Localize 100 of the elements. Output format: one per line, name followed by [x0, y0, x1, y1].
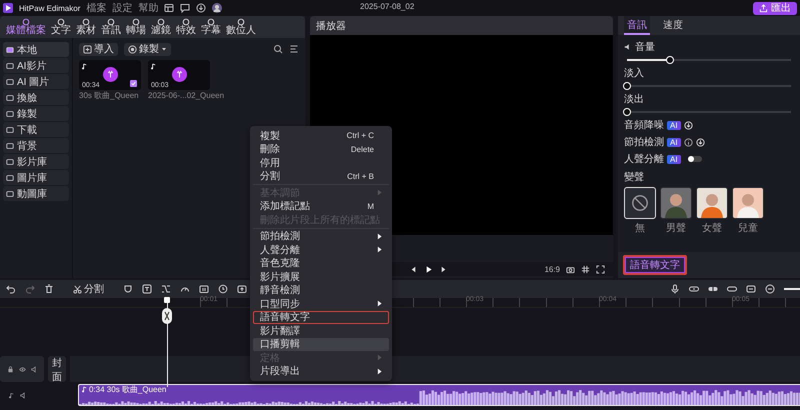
context-menu-item[interactable]: 口型同步: [253, 297, 389, 310]
audio-clip[interactable]: 0:34 30s 歌曲_Queen: [78, 384, 800, 406]
fit-icon[interactable]: [746, 284, 756, 294]
voice-option[interactable]: [732, 187, 764, 219]
menu-item[interactable]: 幫助: [138, 1, 158, 15]
voice-option[interactable]: [696, 187, 728, 219]
download-icon[interactable]: [196, 3, 206, 13]
context-menu-item[interactable]: 口播剪輯: [253, 338, 389, 351]
context-menu-item[interactable]: 分割 Ctrl + B: [253, 170, 389, 183]
avatar-icon[interactable]: [212, 3, 222, 13]
sidebar-item[interactable]: 背景: [3, 138, 69, 153]
export-button[interactable]: 匯出: [753, 2, 797, 14]
fullscreen-icon[interactable]: [596, 264, 606, 274]
slider-label: 淡入: [624, 66, 644, 80]
clip-label: 0:34 30s 歌曲_Queen: [89, 385, 166, 395]
inspector-tab[interactable]: 音訊: [624, 16, 650, 35]
category-tab[interactable]: 音訊: [99, 16, 123, 38]
split-marker-icon[interactable]: [162, 308, 172, 324]
crop-icon[interactable]: [161, 284, 171, 294]
search-icon[interactable]: [273, 44, 283, 54]
lock-icon[interactable]: [6, 366, 14, 372]
voice-option[interactable]: [624, 187, 656, 219]
category-tab[interactable]: 轉場: [124, 16, 148, 38]
speech-to-text-button[interactable]: 語音轉文字: [623, 255, 687, 275]
snap-icon[interactable]: [708, 284, 718, 294]
download-icon[interactable]: [696, 138, 705, 146]
text-icon[interactable]: [142, 284, 152, 294]
sidebar-item[interactable]: 圖片庫: [3, 170, 69, 185]
project-name: 2025-07-08_02: [360, 2, 414, 11]
grid-icon[interactable]: [581, 264, 590, 274]
play-icon[interactable]: [424, 264, 433, 274]
split-button[interactable]: 分割: [73, 282, 104, 296]
zoom-out-icon[interactable]: [765, 284, 775, 294]
tool-label: 節拍檢測: [624, 136, 664, 149]
category-tab[interactable]: 字幕: [199, 16, 223, 38]
next-icon[interactable]: [438, 264, 448, 274]
export-clip-icon[interactable]: [237, 284, 247, 294]
feedback-icon[interactable]: [180, 3, 190, 13]
layout-icon[interactable]: [164, 3, 174, 13]
sidebar-item[interactable]: AI 圖片: [3, 74, 69, 89]
category-tab[interactable]: 特效: [174, 16, 198, 38]
microphone-icon[interactable]: [670, 284, 680, 294]
slider-handle[interactable]: [623, 82, 631, 90]
sidebar-item[interactable]: 影片庫: [3, 154, 69, 169]
slider-handle[interactable]: [666, 56, 674, 64]
context-menu-item[interactable]: 靜音檢測: [253, 284, 389, 297]
aspect-ratio-dropdown[interactable]: 16:9: [544, 264, 560, 274]
link-icon[interactable]: [727, 284, 737, 294]
record-button[interactable]: 錄製: [124, 42, 171, 56]
link-icon[interactable]: [689, 284, 699, 294]
redo-icon[interactable]: [25, 284, 35, 294]
category-tab[interactable]: 素材: [74, 16, 98, 38]
sidebar-item[interactable]: 下載: [3, 122, 69, 137]
info-icon[interactable]: [684, 138, 693, 146]
sidebar-item[interactable]: 動圖庫: [3, 186, 69, 201]
undo-icon[interactable]: [6, 284, 16, 294]
ring-icon: [22, 18, 30, 26]
import-button[interactable]: 導入: [79, 42, 118, 56]
sidebar-item[interactable]: 換臉: [3, 90, 69, 105]
context-menu-item[interactable]: 節拍檢測: [253, 230, 389, 243]
category-tab[interactable]: 媒體檔案: [4, 16, 48, 38]
sidebar-item[interactable]: 本地: [3, 42, 69, 57]
menu-item[interactable]: 設定: [112, 1, 132, 15]
eye-icon[interactable]: [18, 366, 26, 372]
list-view-icon[interactable]: [289, 44, 299, 54]
sidebar-item[interactable]: AI影片: [3, 58, 69, 73]
category-tab[interactable]: 文字: [49, 16, 73, 38]
context-menu-item[interactable]: 影片擴展: [253, 270, 389, 284]
voice-option[interactable]: [660, 187, 692, 219]
tool-label: 音頻降噪: [624, 118, 664, 132]
download-icon[interactable]: [684, 120, 693, 130]
ring-icon: [107, 18, 115, 26]
timer-icon[interactable]: [218, 284, 228, 294]
inspector-tab[interactable]: 速度: [660, 16, 686, 35]
toggle-switch[interactable]: [688, 156, 702, 162]
context-menu-item[interactable]: 音色克隆: [253, 256, 389, 270]
checkbox[interactable]: [130, 80, 137, 87]
context-menu-item[interactable]: 影片翻譯: [253, 324, 389, 338]
mask-icon[interactable]: [123, 284, 133, 294]
context-menu-item[interactable]: 複製 Ctrl + C: [253, 129, 389, 142]
sidebar-item[interactable]: 錄製: [3, 106, 69, 121]
context-menu-item[interactable]: 停用: [253, 156, 389, 170]
speaker-icon[interactable]: [20, 392, 27, 398]
none-icon: [631, 194, 649, 212]
category-tab[interactable]: 數位人: [224, 16, 258, 38]
ai-badge: AI: [667, 154, 681, 164]
context-menu-item[interactable]: 片段導出: [253, 364, 389, 378]
context-menu-item[interactable]: 添加標記點 M: [253, 200, 389, 213]
menu-item[interactable]: 檔案: [86, 1, 106, 15]
speaker-icon[interactable]: [30, 366, 38, 372]
context-menu-item[interactable]: 人聲分離: [253, 243, 389, 256]
freeze-icon[interactable]: [199, 284, 209, 294]
category-tab[interactable]: 濾鏡: [149, 16, 173, 38]
slider-handle[interactable]: [623, 108, 631, 116]
music-note-icon: [82, 386, 87, 393]
camera-icon[interactable]: [566, 264, 576, 274]
cover-button[interactable]: 封面: [48, 356, 66, 382]
context-menu-item[interactable]: 語音轉文字: [253, 310, 389, 324]
delete-icon[interactable]: [44, 284, 54, 294]
context-menu-item[interactable]: 刪除 Delete: [253, 142, 389, 156]
